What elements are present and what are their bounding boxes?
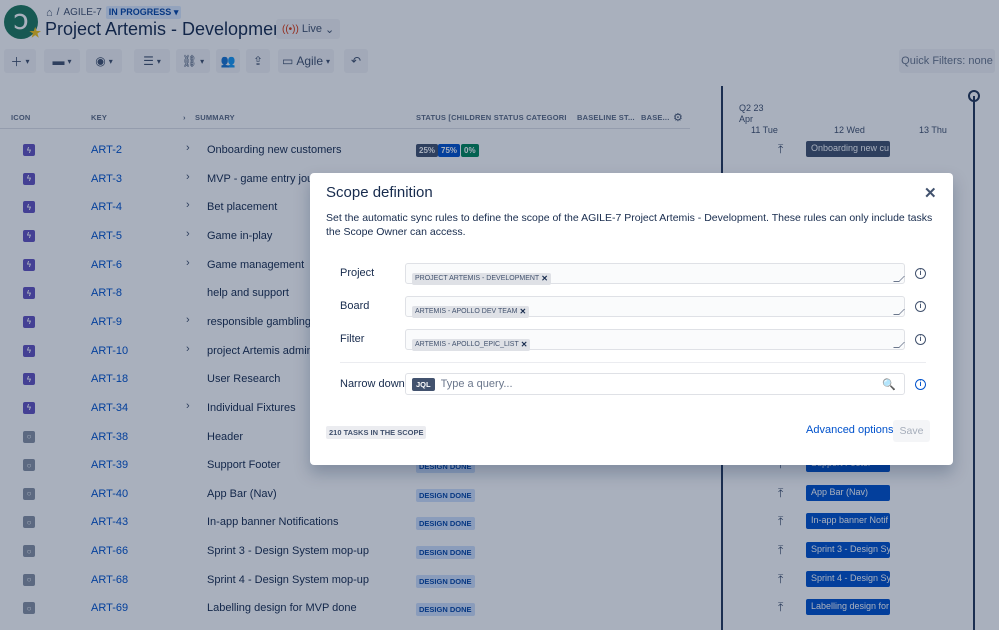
- resize-handle-icon[interactable]: [893, 342, 905, 348]
- resize-handle-icon[interactable]: [893, 309, 905, 315]
- filter-chip[interactable]: ARTEMIS - APOLLO_EPIC_LIST ✕: [412, 338, 531, 351]
- scope-definition-dialog: Scope definition ✕ Set the automatic syn…: [310, 173, 953, 465]
- jql-query-field[interactable]: JQL 🔍: [405, 373, 905, 395]
- dialog-description: Set the automatic sync rules to define t…: [326, 212, 933, 238]
- project-field[interactable]: PROJECT ARTEMIS - DEVELOPMENT ✕: [405, 263, 905, 285]
- jql-badge: JQL: [412, 377, 435, 391]
- info-icon[interactable]: i: [915, 379, 926, 390]
- board-label: Board: [340, 300, 370, 312]
- close-icon[interactable]: ✕: [924, 184, 937, 202]
- dialog-title: Scope definition: [326, 184, 433, 201]
- board-chip[interactable]: ARTEMIS - APOLLO DEV TEAM ✕: [412, 305, 530, 318]
- board-field[interactable]: ARTEMIS - APOLLO DEV TEAM ✕: [405, 296, 905, 318]
- remove-icon[interactable]: ✕: [519, 307, 526, 316]
- info-icon[interactable]: i: [915, 268, 926, 279]
- filter-label: Filter: [340, 333, 365, 345]
- jql-query-input[interactable]: [440, 378, 861, 390]
- search-icon[interactable]: 🔍: [882, 378, 896, 391]
- section-divider: [340, 362, 926, 363]
- filter-field[interactable]: ARTEMIS - APOLLO_EPIC_LIST ✕: [405, 329, 905, 351]
- info-icon[interactable]: i: [915, 334, 926, 345]
- project-label: Project: [340, 267, 375, 279]
- info-icon[interactable]: i: [915, 301, 926, 312]
- save-button[interactable]: Save: [893, 420, 930, 442]
- remove-icon[interactable]: ✕: [521, 340, 528, 349]
- narrow-down-label: Narrow down: [340, 378, 405, 390]
- remove-icon[interactable]: ✕: [541, 274, 548, 283]
- project-chip[interactable]: PROJECT ARTEMIS - DEVELOPMENT ✕: [412, 272, 551, 285]
- advanced-options-link[interactable]: Advanced options: [806, 424, 893, 436]
- resize-handle-icon[interactable]: [893, 276, 905, 282]
- task-count-badge: 210 TASKS IN THE SCOPE: [326, 426, 427, 439]
